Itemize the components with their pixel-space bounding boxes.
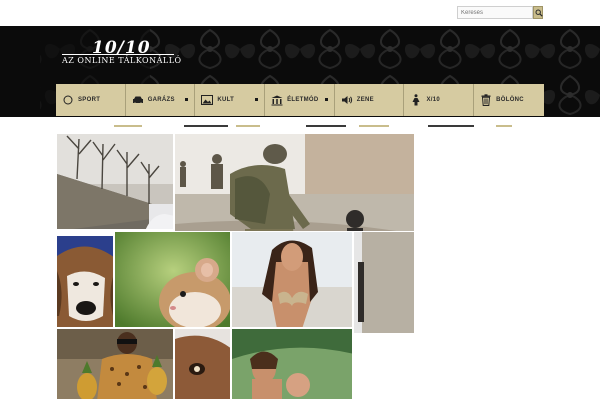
tab-stub bbox=[184, 125, 228, 127]
search-input[interactable] bbox=[457, 6, 533, 19]
nav-item-sport[interactable]: SPORT bbox=[56, 84, 126, 116]
search-button[interactable] bbox=[533, 6, 543, 19]
beach-children-image bbox=[232, 329, 352, 399]
nav-label: ÉLETMÓD bbox=[287, 97, 319, 103]
soldiers-continued-image bbox=[354, 232, 414, 333]
nav-label: ZENE bbox=[356, 97, 374, 103]
nav-label: BÖLÖNC bbox=[496, 97, 524, 103]
logo-mark: 10/10 bbox=[92, 38, 151, 58]
main-nav: SPORT GARÁZS KULT ÉLETMÓD ZENE X/10 BÖLÖ… bbox=[56, 84, 544, 116]
photo-winter-street[interactable] bbox=[56, 133, 174, 230]
search-icon bbox=[535, 9, 543, 17]
photo-pineapple-man[interactable] bbox=[56, 328, 174, 400]
bank-icon bbox=[271, 94, 283, 106]
bikini-woman-image bbox=[232, 232, 352, 327]
tab-stub bbox=[114, 125, 142, 127]
logo-divider bbox=[62, 54, 174, 55]
submenu-dot bbox=[324, 98, 328, 101]
top-bar bbox=[0, 0, 600, 26]
nav-item-zene[interactable]: ZENE bbox=[334, 84, 405, 116]
picture-icon bbox=[201, 94, 214, 106]
logo-tagline: AZ ONLINE TÁLKONÁLLÓ bbox=[62, 56, 182, 65]
photo-bikini-woman[interactable] bbox=[231, 231, 353, 328]
nav-label: SPORT bbox=[78, 97, 101, 103]
tab-stub bbox=[359, 125, 389, 127]
nav-label: X/10 bbox=[426, 97, 440, 103]
tab-stub bbox=[496, 125, 512, 127]
hamster-image bbox=[115, 232, 230, 327]
animal-closeup-image bbox=[175, 329, 230, 399]
page: 10/10 AZ ONLINE TÁLKONÁLLÓ SPORT GARÁZS … bbox=[0, 0, 600, 400]
tab-stub bbox=[306, 125, 346, 127]
nav-item-kult[interactable]: KULT bbox=[195, 84, 266, 116]
circle-icon bbox=[62, 94, 74, 106]
tab-stub bbox=[236, 125, 260, 127]
tab-stub bbox=[428, 125, 474, 127]
photo-soldiers-continued[interactable] bbox=[353, 231, 415, 334]
nav-item-bolonc[interactable]: BÖLÖNC bbox=[474, 84, 544, 116]
woman-icon bbox=[410, 94, 422, 106]
nav-label: GARÁZS bbox=[147, 97, 175, 103]
car-icon bbox=[132, 94, 144, 106]
nav-item-eletmod[interactable]: ÉLETMÓD bbox=[265, 84, 335, 116]
nav-item-x10[interactable]: X/10 bbox=[404, 84, 475, 116]
winter-street-image bbox=[57, 134, 173, 229]
nav-item-garazs[interactable]: GARÁZS bbox=[125, 84, 196, 116]
trash-icon bbox=[480, 94, 492, 106]
photo-dog[interactable] bbox=[56, 235, 114, 328]
photo-hamster[interactable] bbox=[114, 231, 231, 328]
nav-label: KULT bbox=[217, 97, 235, 103]
photo-animal-closeup[interactable] bbox=[174, 328, 231, 400]
site-logo[interactable]: 10/10 AZ ONLINE TÁLKONÁLLÓ bbox=[62, 38, 182, 72]
photo-beach-children[interactable] bbox=[231, 328, 353, 400]
pineapple-man-image bbox=[57, 329, 173, 399]
submenu-dot bbox=[185, 98, 189, 101]
dog-image bbox=[57, 236, 113, 327]
submenu-dot bbox=[255, 98, 259, 101]
speaker-icon bbox=[341, 94, 353, 106]
